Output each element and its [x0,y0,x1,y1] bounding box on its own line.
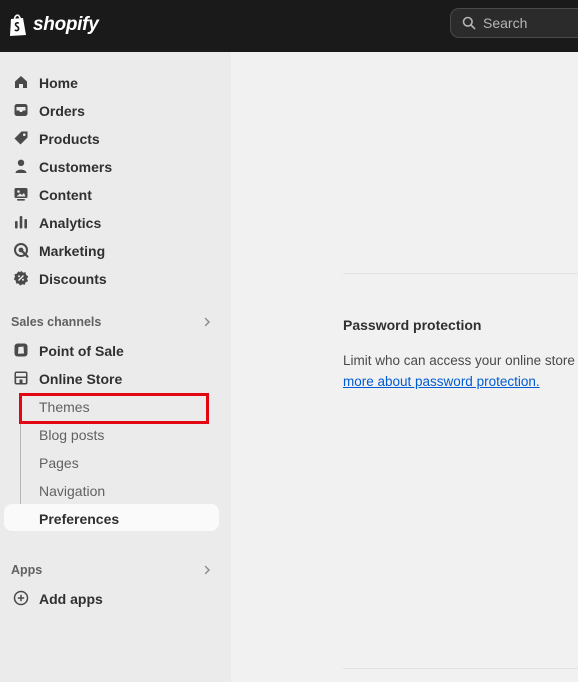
discount-icon [13,270,29,286]
search-placeholder: Search [483,15,528,31]
sidebar-subitem-label: Pages [39,455,79,471]
sidebar-item-label: Point of Sale [39,343,124,359]
sidebar-item-customers[interactable]: Customers [0,152,231,180]
inbox-icon [14,104,28,116]
search-icon [462,16,476,30]
sidebar-item-marketing[interactable]: Marketing [0,236,231,264]
sidebar-subitem-blog-posts[interactable]: Blog posts [0,420,231,448]
sidebar-subitem-label: Blog posts [39,427,105,443]
sidebar-item-label: Analytics [39,215,102,231]
sidebar-subitem-label: Navigation [39,483,106,499]
sidebar-item-label: Add apps [39,591,103,607]
search-input[interactable]: Search [450,8,578,38]
pos-icon [14,343,28,357]
store-icon [14,371,28,385]
sidebar-subitem-preferences[interactable]: Preferences [0,504,231,532]
sidebar-item-label: Online Store [39,371,123,387]
brand-name: shopify [33,14,99,35]
sidebar-item-label: Discounts [39,271,107,287]
apps-heading: Apps [11,563,43,577]
sidebar-item-online-store[interactable]: Online Store [0,364,231,392]
shopify-bag-icon [10,14,26,36]
password-protection-title: Password protection [343,317,482,333]
sales-channels-heading: Sales channels [11,315,102,329]
password-protection-description: Limit who can access your online store [343,353,575,368]
sidebar-item-label: Home [39,75,78,91]
tag-icon [14,131,28,145]
sidebar-subitem-label: Preferences [39,511,120,527]
sidebar-item-point-of-sale[interactable]: Point of Sale [0,336,231,364]
sidebar-item-add-apps[interactable]: Add apps [0,584,231,612]
sidebar-item-label: Customers [39,159,113,175]
sidebar-item-analytics[interactable]: Analytics [0,208,231,236]
sidebar-item-content[interactable]: Content [0,180,231,208]
sidebar-item-label: Orders [39,103,85,119]
target-icon [14,243,29,258]
sidebar-item-orders[interactable]: Orders [0,96,231,124]
sidebar-subitem-pages[interactable]: Pages [0,448,231,476]
shopify-logo[interactable]: shopify [8,10,99,40]
person-icon [15,159,27,173]
home-icon [15,76,27,88]
section-divider [343,273,578,274]
bar-chart-icon [15,216,27,229]
plus-circle-icon [13,590,29,606]
sidebar-item-label: Content [39,187,92,203]
sidebar-item-label: Marketing [39,243,106,259]
image-icon [14,188,28,201]
sidebar-item-home[interactable]: Home [0,68,231,96]
password-protection-learn-more-link[interactable]: more about password protection. [343,374,540,389]
top-bar: shopify Search [0,0,578,52]
section-divider [343,668,578,669]
sidebar-item-label: Products [39,131,100,147]
sidebar-item-products[interactable]: Products [0,124,231,152]
sidebar-subitem-navigation[interactable]: Navigation [0,476,231,504]
chevron-right-icon[interactable] [202,565,212,575]
chevron-right-icon[interactable] [202,317,212,327]
sidebar-item-discounts[interactable]: Discounts [0,264,231,292]
highlight-annotation [19,393,209,424]
